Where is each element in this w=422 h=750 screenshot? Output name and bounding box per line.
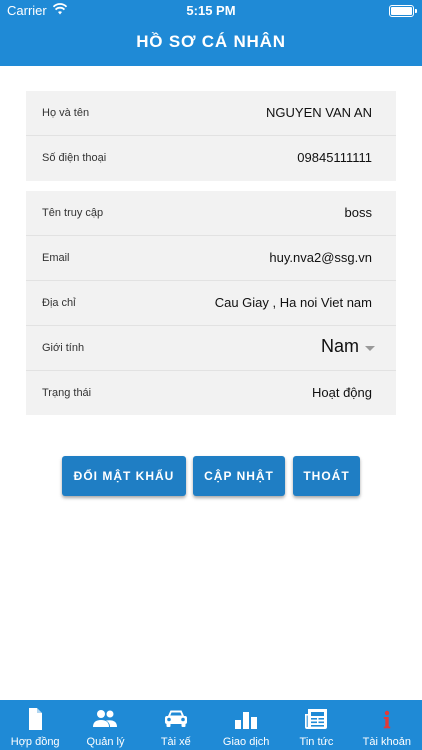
tab-label: Quản lý <box>86 736 125 748</box>
address-value: Cau Giay , Ha noi Viet nam <box>214 295 372 310</box>
email-label: Email <box>42 252 70 264</box>
tab-label: Hợp đồng <box>10 736 60 748</box>
gender-label: Giới tính <box>42 342 85 354</box>
gender-row[interactable]: Giới tính Nam <box>26 326 396 371</box>
username-row: Tên truy cập boss <box>26 191 396 236</box>
people-icon <box>93 710 118 727</box>
name-label: Họ và tên <box>42 107 90 119</box>
exit-button[interactable]: THOÁT <box>293 456 360 496</box>
change-password-button[interactable]: ĐỔI MẬT KHẨU <box>62 456 186 496</box>
tab-drivers[interactable]: Tài xế <box>141 700 211 750</box>
tab-management[interactable]: Quản lý <box>70 700 140 750</box>
name-value: NGUYEN VAN AN <box>266 105 372 120</box>
page-title: HỒ SƠ CÁ NHÂN <box>136 32 286 51</box>
username-value: boss <box>344 205 372 220</box>
username-label: Tên truy cập <box>42 207 104 219</box>
address-row: Địa chỉ Cau Giay , Ha noi Viet nam <box>26 281 396 326</box>
personal-info-card: Họ và tên NGUYEN VAN AN Số điện thoại 09… <box>26 91 396 181</box>
phone-row: Số điện thoại 09845111111 <box>26 136 396 181</box>
chevron-down-icon[interactable] <box>365 346 375 351</box>
gender-select[interactable]: Nam <box>321 336 359 357</box>
header-bar: Carrier 5:15 PM HỒ SƠ CÁ NHÂN <box>0 0 422 66</box>
tab-bar: Hợp đồng Quản lý Tài xế Giao dịch Tin tứ… <box>0 700 422 750</box>
account-info-card: Tên truy cập boss Email huy.nva2@ssg.vn … <box>26 191 396 415</box>
tab-news[interactable]: Tin tức <box>281 700 351 750</box>
status-bar: Carrier 5:15 PM <box>0 0 422 22</box>
newspaper-icon <box>305 709 328 729</box>
status-row: Trạng thái Hoạt động <box>26 371 396 416</box>
status-label: Trạng thái <box>42 387 92 399</box>
name-row: Họ và tên NGUYEN VAN AN <box>26 91 396 136</box>
info-icon <box>383 710 390 729</box>
tab-contracts[interactable]: Hợp đồng <box>0 700 70 750</box>
tab-account[interactable]: Tài khoản <box>352 700 422 750</box>
update-button[interactable]: CẬP NHẬT <box>193 456 285 496</box>
clock: 5:15 PM <box>186 3 236 18</box>
bar-chart-icon <box>235 712 258 729</box>
phone-label: Số điện thoại <box>42 152 107 164</box>
tab-label: Tin tức <box>299 736 334 748</box>
tab-label: Giao dịch <box>222 736 270 748</box>
car-icon <box>164 710 187 727</box>
tab-label: Tài khoản <box>362 736 411 748</box>
email-row: Email huy.nva2@ssg.vn <box>26 236 396 281</box>
address-label: Địa chỉ <box>42 297 76 309</box>
status-value: Hoạt động <box>312 385 372 400</box>
battery-icon <box>389 5 417 17</box>
tab-transactions[interactable]: Giao dịch <box>211 700 281 750</box>
document-icon <box>29 708 43 730</box>
email-value: huy.nva2@ssg.vn <box>269 250 372 265</box>
tab-label: Tài xế <box>160 736 191 748</box>
phone-value: 09845111111 <box>297 150 372 165</box>
